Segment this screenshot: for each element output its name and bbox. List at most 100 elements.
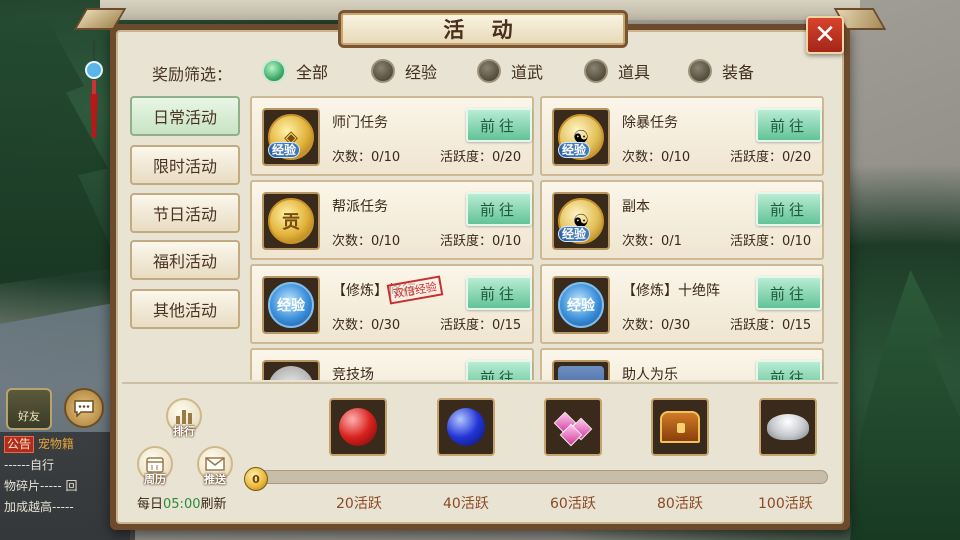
activity-points: 活跃度：0/15 bbox=[440, 318, 522, 333]
activity-card: 经验 【修炼】十绝阵 次数：0/30 活跃度：0/15 前往 bbox=[540, 264, 824, 344]
activity-points: 活跃度：0/20 bbox=[730, 150, 812, 165]
activity-count: 次数：0/10 bbox=[332, 150, 401, 165]
activity-card: ◈ 经验 师门任务 次数：0/10 活跃度：0/20 前往 bbox=[250, 96, 534, 176]
activity-card: 助人为乐 前往 bbox=[540, 348, 824, 380]
go-button[interactable]: 前往 bbox=[756, 108, 822, 142]
activity-card: 竞技场 前往 bbox=[250, 348, 534, 380]
progress-coin: 0 bbox=[244, 467, 268, 491]
activity-name: 副本 bbox=[622, 199, 650, 215]
filter-option-equip[interactable]: 装备 bbox=[688, 58, 754, 84]
radio-icon bbox=[477, 59, 501, 83]
go-button[interactable]: 前往 bbox=[466, 360, 532, 380]
rank-button[interactable]: 排行 bbox=[166, 398, 202, 438]
activity-points: 活跃度：0/15 bbox=[730, 318, 812, 333]
filter-label: 奖励筛选： bbox=[152, 65, 233, 84]
chat-button[interactable] bbox=[64, 388, 104, 428]
go-button[interactable]: 前往 bbox=[756, 192, 822, 226]
chat-line-text: 物碎片----- 回 bbox=[4, 479, 78, 493]
radio-icon bbox=[584, 59, 608, 83]
friend-label: 好友 bbox=[18, 410, 40, 423]
refresh-time: 05:00 bbox=[163, 497, 201, 512]
reward-80[interactable] bbox=[651, 398, 709, 456]
chat-bubble-icon bbox=[74, 400, 94, 417]
tab-welfare[interactable]: 福利活动 bbox=[130, 240, 240, 280]
dialog-title: 活 动 bbox=[338, 10, 628, 48]
filter-option-label: 装备 bbox=[722, 63, 755, 82]
refresh-note: 每日05:00刷新 bbox=[137, 493, 227, 512]
activity-name: 师门任务 bbox=[332, 115, 388, 131]
jade-pendant-icon bbox=[85, 40, 103, 138]
red-orb-icon bbox=[339, 408, 377, 446]
filter-option-label: 全部 bbox=[296, 63, 329, 82]
go-button[interactable]: 前往 bbox=[466, 192, 532, 226]
tab-festival[interactable]: 节日活动 bbox=[130, 193, 240, 233]
tab-daily[interactable]: 日常活动 bbox=[130, 96, 240, 136]
envelope-icon bbox=[205, 457, 225, 471]
activity-count: 次数：0/10 bbox=[332, 234, 401, 249]
exp-orb-icon: 经验 bbox=[552, 276, 610, 334]
reward-threshold-label: 20活跃 bbox=[336, 496, 382, 512]
activity-points: 活跃度：0/20 bbox=[440, 150, 522, 165]
calendar-label: 周历 bbox=[144, 473, 166, 486]
activity-name: 帮派任务 bbox=[332, 199, 388, 215]
reward-threshold-label: 60活跃 bbox=[550, 496, 596, 512]
filter-option-exp[interactable]: 经验 bbox=[371, 58, 437, 84]
blue-orb-icon bbox=[447, 408, 485, 446]
close-button[interactable]: ✕ bbox=[806, 16, 844, 54]
calendar-button[interactable]: 周历 bbox=[137, 446, 173, 486]
filter-option-item[interactable]: 道具 bbox=[584, 58, 650, 84]
tab-other[interactable]: 其他活动 bbox=[130, 289, 240, 329]
notice-tag: 公告 bbox=[4, 436, 35, 453]
reward-100[interactable] bbox=[759, 398, 817, 456]
coin-face: 经验 bbox=[268, 282, 314, 328]
exp-badge: 经验 bbox=[268, 142, 301, 158]
friend-button[interactable]: 好友 bbox=[6, 388, 52, 430]
filter-option-label: 道武 bbox=[511, 63, 544, 82]
chat-line-text[interactable]: 宠物籍 bbox=[38, 437, 74, 451]
activity-count: 次数：0/10 bbox=[622, 150, 691, 165]
activity-points: 活跃度：0/10 bbox=[730, 234, 812, 249]
rank-label: 排行 bbox=[173, 425, 195, 438]
reward-threshold-label: 100活跃 bbox=[758, 496, 813, 512]
chat-line-text: ------自行 bbox=[4, 458, 54, 472]
reward-60[interactable] bbox=[544, 398, 602, 456]
silver-coin-icon bbox=[262, 360, 320, 380]
coin-face bbox=[558, 366, 604, 380]
radio-icon bbox=[688, 59, 712, 83]
reward-threshold-label: 80活跃 bbox=[657, 496, 703, 512]
taiji-coin-icon: ☯ 经验 bbox=[552, 108, 610, 166]
radio-icon bbox=[262, 59, 286, 83]
chat-line-text: 加成越高----- bbox=[4, 500, 74, 514]
activity-progress-bar bbox=[248, 470, 828, 484]
coin-face: 经验 bbox=[558, 282, 604, 328]
pink-gems-icon bbox=[553, 411, 593, 447]
go-button[interactable]: 前往 bbox=[756, 360, 822, 380]
activity-name: 竞技场 bbox=[332, 367, 374, 380]
radio-icon bbox=[371, 59, 395, 83]
activity-card: ☯ 经验 副本 次数：0/1 活跃度：0/10 前往 bbox=[540, 180, 824, 260]
reward-20[interactable] bbox=[329, 398, 387, 456]
go-button[interactable]: 前往 bbox=[466, 108, 532, 142]
close-icon: ✕ bbox=[814, 20, 836, 50]
refresh-prefix: 每日 bbox=[137, 497, 164, 512]
go-button[interactable]: 前往 bbox=[466, 276, 532, 310]
activity-name: 【修炼】十绝阵 bbox=[622, 283, 720, 299]
filter-option-daowu[interactable]: 道武 bbox=[477, 58, 543, 84]
section-divider bbox=[122, 382, 838, 384]
silver-ingot-icon bbox=[767, 414, 809, 440]
filter-option-label: 经验 bbox=[405, 63, 438, 82]
go-button[interactable]: 前往 bbox=[756, 276, 822, 310]
scroll-icon bbox=[552, 360, 610, 380]
reward-threshold-label: 40活跃 bbox=[443, 496, 489, 512]
filter-option-label: 道具 bbox=[618, 63, 651, 82]
activity-card: 贡 帮派任务 次数：0/10 活跃度：0/10 前往 bbox=[250, 180, 534, 260]
coin-face: 贡 bbox=[268, 198, 314, 244]
filter-option-all[interactable]: 全部 bbox=[262, 58, 328, 84]
activity-list[interactable]: ◈ 经验 师门任务 次数：0/10 活跃度：0/20 前往 ☯ 经验 除暴任务 … bbox=[248, 94, 830, 380]
activity-card: ☯ 经验 除暴任务 次数：0/10 活跃度：0/20 前往 bbox=[540, 96, 824, 176]
push-button[interactable]: 推送 bbox=[197, 446, 233, 486]
reward-40[interactable] bbox=[437, 398, 495, 456]
activity-name: 助人为乐 bbox=[622, 367, 678, 380]
gold-coin-icon: ◈ 经验 bbox=[262, 108, 320, 166]
tab-limited[interactable]: 限时活动 bbox=[130, 145, 240, 185]
